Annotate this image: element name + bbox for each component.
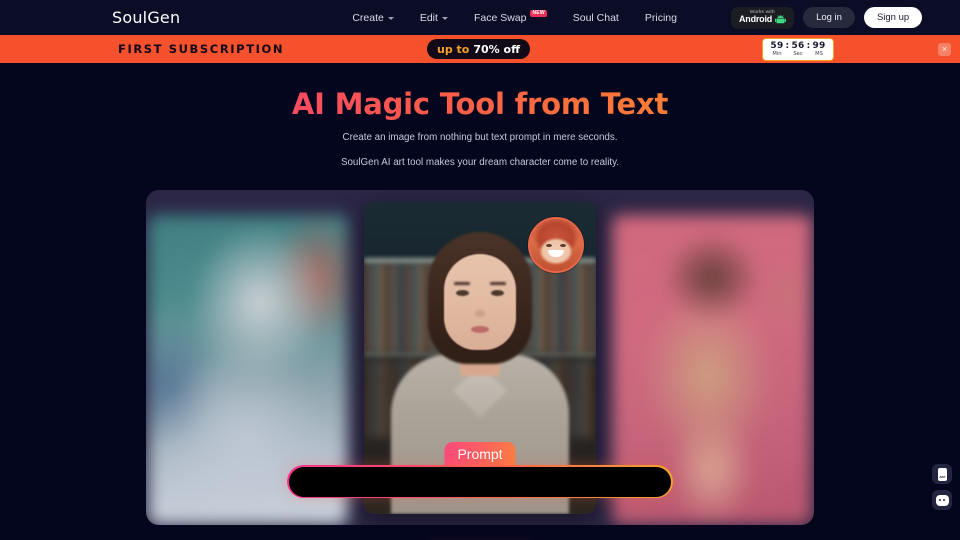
android-works-with-label: Works with xyxy=(750,8,776,15)
header-actions: Works with Android Log in Sign up xyxy=(730,6,923,29)
app-download-widget[interactable] xyxy=(932,464,952,484)
nav-item-pricing[interactable]: Pricing xyxy=(645,12,677,24)
brand-logo[interactable]: SoulGen xyxy=(112,8,180,27)
nav-item-edit[interactable]: Edit xyxy=(420,12,448,24)
promo-pill-prefix: up to xyxy=(437,42,470,56)
promo-banner: FIRST SUBSCRIPTION up to 70% off 59 : 56… xyxy=(0,35,960,63)
showcase-card: Prompt xyxy=(146,190,814,526)
android-label: Android xyxy=(738,14,773,25)
timer-seconds: 56 xyxy=(791,40,805,51)
nav-item-soul-chat[interactable]: Soul Chat xyxy=(573,12,619,24)
hero-subtitle-line-1: Create an image from nothing but text pr… xyxy=(342,131,618,143)
chevron-down-icon xyxy=(441,17,448,20)
figure-brow-left xyxy=(454,282,470,286)
new-badge: NEW xyxy=(530,10,547,17)
timer-digits: 59 : 56 : 99 xyxy=(770,40,826,51)
timer-label-ms: MS xyxy=(815,50,823,57)
figure-eye-right xyxy=(491,290,504,297)
page-title: AI Magic Tool from Text xyxy=(0,88,960,121)
timer-milliseconds: 99 xyxy=(812,40,826,51)
chat-widget[interactable] xyxy=(932,490,952,510)
countdown-timer: 59 : 56 : 99 Min Sec MS xyxy=(762,37,834,61)
nav-item-label: Face Swap xyxy=(473,11,527,24)
face-swap-avatar[interactable] xyxy=(528,217,584,274)
nav-item-create[interactable]: Create xyxy=(352,12,394,24)
avatar-eye-right xyxy=(560,243,567,247)
timer-labels: Min Sec MS xyxy=(770,50,826,57)
android-download-button[interactable]: Works with Android xyxy=(730,6,795,29)
timer-label-min: Min xyxy=(772,50,782,57)
prompt-input[interactable] xyxy=(288,466,672,497)
promo-discount-pill: up to 70% off xyxy=(427,39,530,59)
timer-label-sec: Sec xyxy=(793,50,803,57)
promo-title: FIRST SUBSCRIPTION xyxy=(118,42,285,56)
figure-eye-left xyxy=(456,290,469,297)
timer-sep-2: : xyxy=(806,40,811,51)
figure-lips xyxy=(471,326,489,334)
chevron-down-icon xyxy=(387,17,394,20)
figure-face xyxy=(444,254,516,351)
timer-minutes: 59 xyxy=(770,40,784,51)
nav-item-face-swap[interactable]: Face Swap NEW xyxy=(473,10,547,24)
chat-bubble-icon xyxy=(935,494,949,506)
avatar-smile xyxy=(548,250,564,258)
figure-nose xyxy=(475,310,485,318)
chat-dot xyxy=(942,499,945,501)
nav-item-label: Create xyxy=(352,11,384,24)
signup-button[interactable]: Sign up xyxy=(863,7,923,28)
prompt-input-wrapper xyxy=(287,465,673,499)
close-icon[interactable]: × xyxy=(938,42,951,56)
top-navigation-bar: SoulGen Create Edit Face Swap NEW Soul C… xyxy=(0,0,960,35)
hero-section: AI Magic Tool from Text Create an image … xyxy=(0,63,960,171)
android-robot-icon xyxy=(775,15,787,24)
nav-item-label: Edit xyxy=(419,11,438,24)
chat-dot xyxy=(939,499,942,501)
nav-item-label: Pricing xyxy=(644,11,677,24)
avatar-eye-left xyxy=(545,243,552,247)
prompt-label: Prompt xyxy=(444,442,516,468)
floating-side-widgets xyxy=(932,464,952,510)
main-nav: Create Edit Face Swap NEW Soul Chat Pric… xyxy=(352,10,677,24)
promo-pill-value: 70% off xyxy=(473,42,520,56)
login-button[interactable]: Log in xyxy=(803,7,855,28)
figure-brow-right xyxy=(490,282,506,286)
mobile-app-icon xyxy=(937,467,947,481)
nav-item-label: Soul Chat xyxy=(572,11,619,24)
hero-subtitle-line-2: SoulGen AI art tool makes your dream cha… xyxy=(340,157,620,169)
timer-sep-1: : xyxy=(785,40,790,51)
